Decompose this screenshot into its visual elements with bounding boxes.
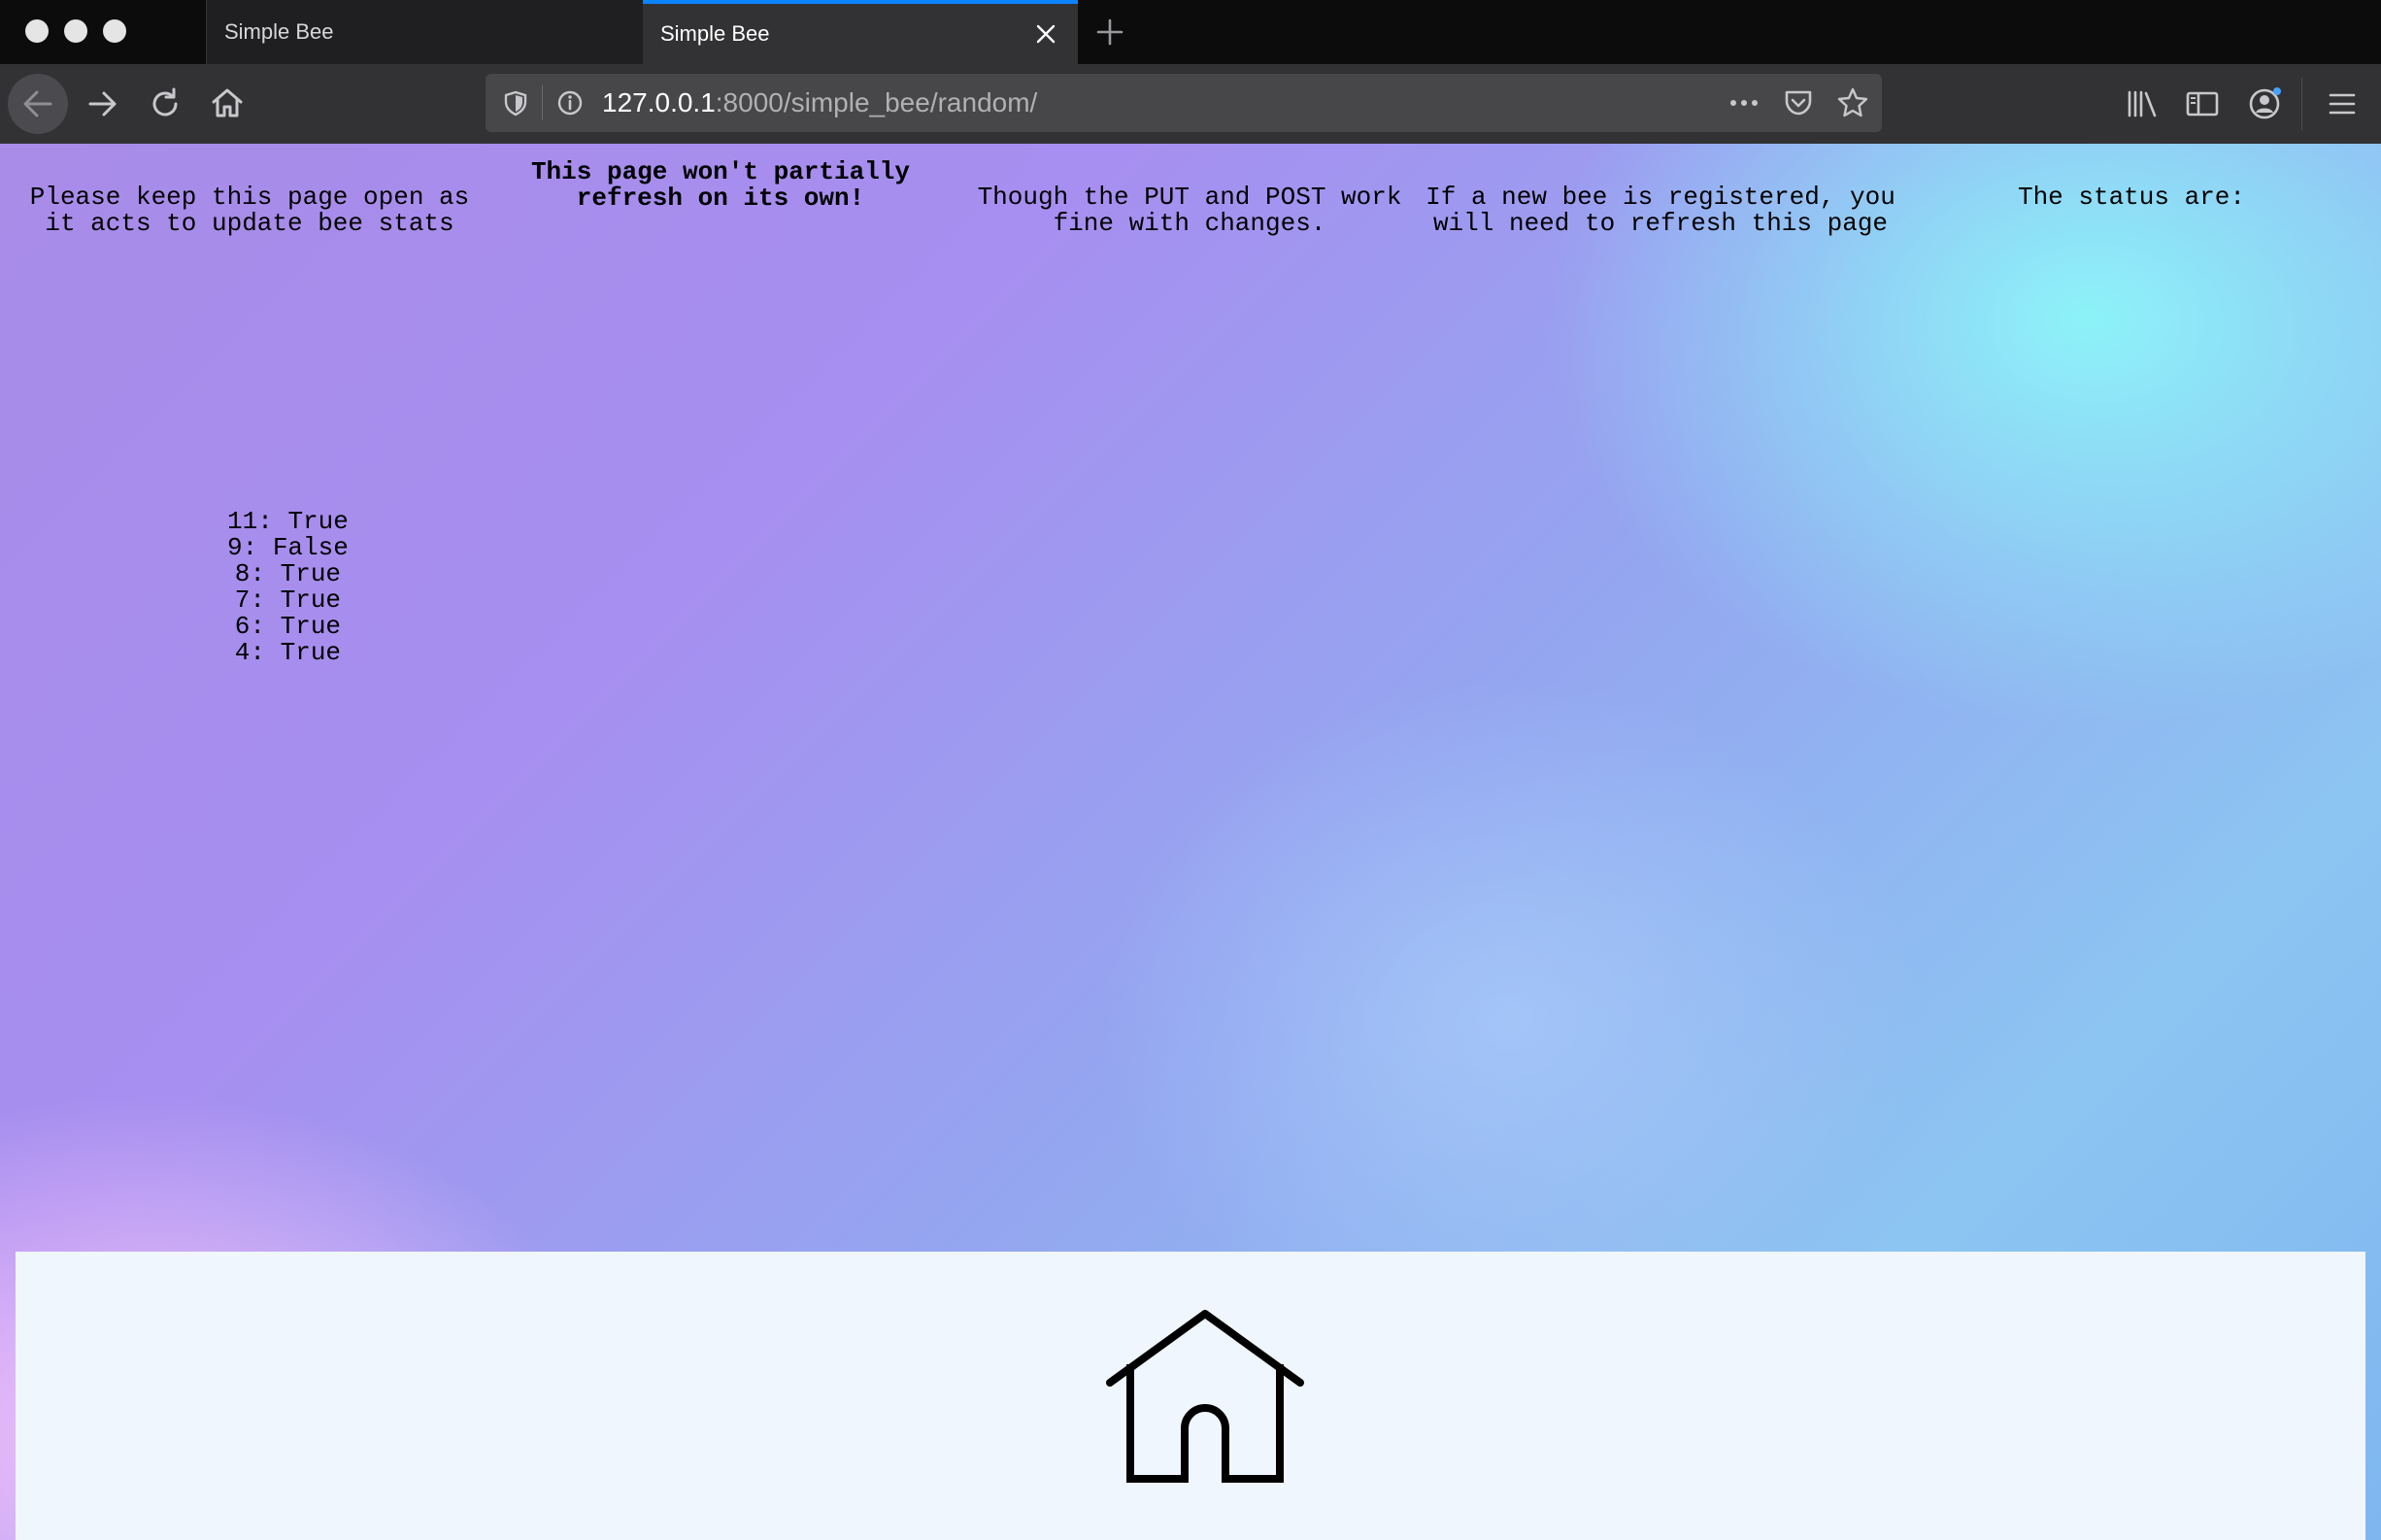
tab-active[interactable]: Simple Bee bbox=[643, 0, 1078, 64]
note-no-refresh: This page won't partially refresh on its… bbox=[530, 157, 911, 213]
sidebar-icon[interactable] bbox=[2183, 84, 2222, 123]
forward-button[interactable] bbox=[84, 84, 122, 123]
footer bbox=[16, 1252, 2365, 1540]
status-item: 8: True bbox=[234, 559, 342, 588]
status-list: 11: True 9: False 8: True 7: True 6: Tru… bbox=[227, 509, 349, 666]
maximize-window-button[interactable] bbox=[103, 19, 126, 43]
home-icon[interactable] bbox=[1105, 1308, 1305, 1485]
status-item: 9: False bbox=[227, 533, 349, 562]
minimize-window-button[interactable] bbox=[64, 19, 87, 43]
divider bbox=[2301, 78, 2302, 130]
url-host: 127.0.0.1 bbox=[602, 87, 716, 117]
menu-icon[interactable] bbox=[2323, 84, 2362, 123]
navigation-bar: 127.0.0.1:8000/simple_bee/random/ bbox=[0, 64, 2381, 145]
note-put-post: Though the PUT and POST work fine with c… bbox=[977, 183, 1402, 238]
account-icon[interactable] bbox=[2245, 84, 2284, 123]
status-item: 4: True bbox=[234, 638, 342, 667]
library-icon[interactable] bbox=[2123, 84, 2162, 123]
divider bbox=[542, 85, 543, 120]
home-icon[interactable] bbox=[208, 84, 247, 122]
address-bar[interactable]: 127.0.0.1:8000/simple_bee/random/ bbox=[486, 74, 1882, 132]
tab-bar: Simple Bee Simple Bee bbox=[0, 0, 2381, 64]
note-keep-open: Please keep this page open as it acts to… bbox=[29, 183, 470, 238]
status-item: 11: True bbox=[227, 507, 349, 536]
status-heading: The status are: bbox=[2017, 183, 2246, 212]
status-item: 6: True bbox=[234, 612, 342, 641]
info-icon[interactable] bbox=[555, 88, 585, 117]
page-content: Please keep this page open as it acts to… bbox=[0, 144, 2381, 1540]
close-window-button[interactable] bbox=[25, 19, 49, 43]
page-actions-icon[interactable] bbox=[1727, 85, 1761, 120]
back-button[interactable] bbox=[8, 74, 68, 134]
status-item: 7: True bbox=[234, 586, 342, 615]
star-icon[interactable] bbox=[1835, 85, 1870, 120]
reload-icon[interactable] bbox=[146, 84, 184, 123]
tab-title: Simple Bee bbox=[660, 21, 770, 46]
new-tab-icon[interactable] bbox=[1093, 16, 1126, 49]
tab-title: Simple Bee bbox=[224, 19, 334, 44]
url-text[interactable]: 127.0.0.1:8000/simple_bee/random/ bbox=[602, 74, 1037, 132]
tab-inactive[interactable]: Simple Bee bbox=[206, 0, 643, 64]
shield-icon[interactable] bbox=[501, 88, 530, 117]
note-new-bee: If a new bee is registered, you will nee… bbox=[1425, 183, 1895, 238]
arrow-left-icon bbox=[23, 90, 52, 117]
url-path: :8000/simple_bee/random/ bbox=[715, 87, 1038, 117]
close-tab-icon[interactable] bbox=[1035, 23, 1056, 45]
pocket-icon[interactable] bbox=[1781, 85, 1816, 120]
